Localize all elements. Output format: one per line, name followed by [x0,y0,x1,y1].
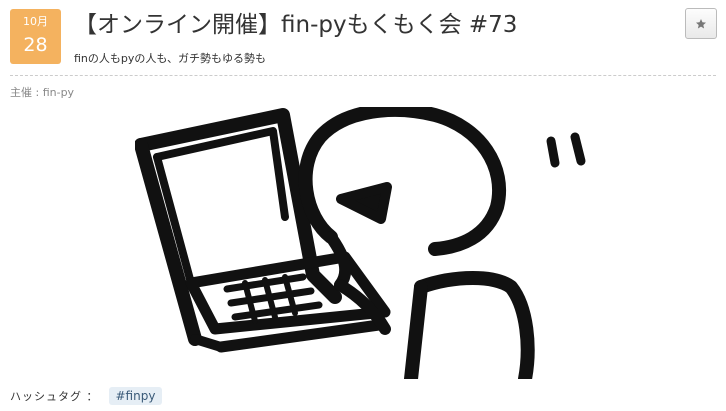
event-owner: 主催 : fin-py [10,86,75,99]
event-image [135,107,586,379]
hashtag-row: ハッシュタグ ： #finpy [10,386,163,406]
event-title: 【オンライン開催】fin-pyもくもく会 #73 [74,12,518,38]
bookmark-button[interactable] [685,8,717,39]
event-catch: finの人もpyの人も、ガチ勢もゆる勢も [74,52,267,65]
star-icon [696,18,706,28]
hashtag-link[interactable]: #finpy [108,387,163,405]
event-day: 28 [23,34,48,56]
header-divider [10,75,716,76]
hashtag-label: ハッシュタグ ： [10,390,99,403]
event-date-badge: 10月 28 [10,9,61,64]
event-month: 10月 [23,15,48,28]
